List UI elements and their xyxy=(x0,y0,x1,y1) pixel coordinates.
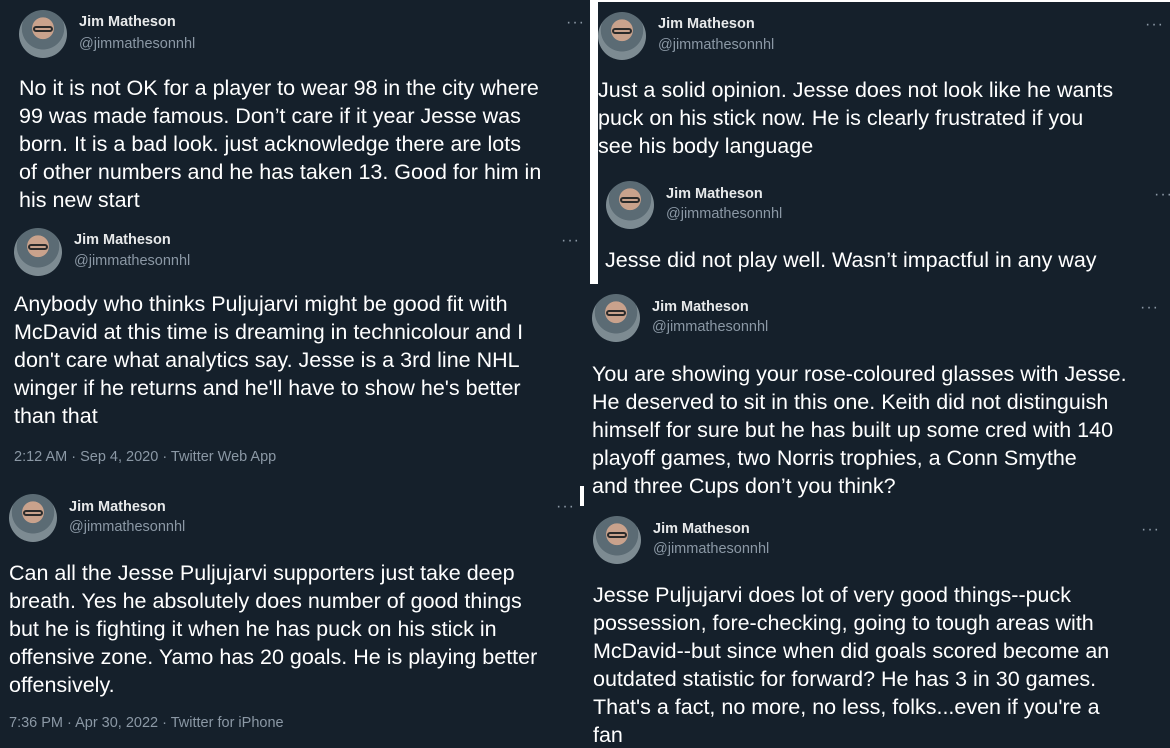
author-name[interactable]: Jim Matheson xyxy=(74,232,171,248)
tweet-card[interactable]: Jim Matheson @jimmathesonnhl ··· You are… xyxy=(584,284,1170,506)
tweet-card[interactable]: Jim Matheson @jimmathesonnhl ··· Jesse d… xyxy=(598,172,1170,284)
tweet-text: Anybody who thinks Puljujarvi might be g… xyxy=(14,292,524,428)
author-handle[interactable]: @jimmathesonnhl xyxy=(74,253,190,269)
tweet-text: Can all the Jesse Puljujarvi supporters … xyxy=(9,561,538,697)
tweet-card[interactable]: Jim Matheson @jimmathesonnhl ··· Just a … xyxy=(598,2,1170,172)
author-name[interactable]: Jim Matheson xyxy=(666,186,763,202)
more-options-icon[interactable]: ··· xyxy=(566,15,585,31)
tweet-text: Jesse Puljujarvi does lot of very good t… xyxy=(593,583,1110,747)
more-options-icon[interactable]: ··· xyxy=(556,499,575,515)
avatar[interactable] xyxy=(598,12,646,60)
avatar[interactable] xyxy=(606,181,654,229)
more-options-icon[interactable]: ··· xyxy=(1154,187,1170,203)
author-name[interactable]: Jim Matheson xyxy=(658,16,755,32)
avatar[interactable] xyxy=(593,516,641,564)
tweet-card[interactable]: Jim Matheson @jimmathesonnhl ··· No it i… xyxy=(0,0,590,218)
tweet-text: No it is not OK for a player to wear 98 … xyxy=(19,76,542,212)
tweet-timestamp[interactable]: 2:12 AM · Sep 4, 2020 · Twitter Web App xyxy=(14,449,276,465)
author-handle[interactable]: @jimmathesonnhl xyxy=(653,541,769,557)
avatar[interactable] xyxy=(14,228,62,276)
author-name[interactable]: Jim Matheson xyxy=(653,521,750,537)
more-options-icon[interactable]: ··· xyxy=(561,233,580,249)
tweet-card[interactable]: Jim Matheson @jimmathesonnhl ··· Anybody… xyxy=(0,218,590,486)
author-handle[interactable]: @jimmathesonnhl xyxy=(666,206,782,222)
author-name[interactable]: Jim Matheson xyxy=(69,499,166,515)
tweet-text: You are showing your rose-coloured glass… xyxy=(592,362,1127,498)
avatar[interactable] xyxy=(592,294,640,342)
more-options-icon[interactable]: ··· xyxy=(1141,522,1160,538)
tweet-card[interactable]: Jim Matheson @jimmathesonnhl ··· Jesse P… xyxy=(578,506,1170,748)
tweet-card[interactable]: Jim Matheson @jimmathesonnhl ··· Can all… xyxy=(0,486,580,748)
tweet-timestamp[interactable]: 7:36 PM · Apr 30, 2022 · Twitter for iPh… xyxy=(9,715,284,731)
tweet-text: Just a solid opinion. Jesse does not loo… xyxy=(598,78,1114,158)
avatar[interactable] xyxy=(19,10,67,58)
more-options-icon[interactable]: ··· xyxy=(1140,300,1159,316)
author-name[interactable]: Jim Matheson xyxy=(79,14,176,30)
author-name[interactable]: Jim Matheson xyxy=(652,299,749,315)
author-handle[interactable]: @jimmathesonnhl xyxy=(79,36,195,52)
author-handle[interactable]: @jimmathesonnhl xyxy=(652,319,768,335)
tweet-text: Jesse did not play well. Wasn’t impactfu… xyxy=(605,248,1097,272)
avatar[interactable] xyxy=(9,494,57,542)
more-options-icon[interactable]: ··· xyxy=(1145,17,1164,33)
author-handle[interactable]: @jimmathesonnhl xyxy=(658,37,774,53)
author-handle[interactable]: @jimmathesonnhl xyxy=(69,519,185,535)
